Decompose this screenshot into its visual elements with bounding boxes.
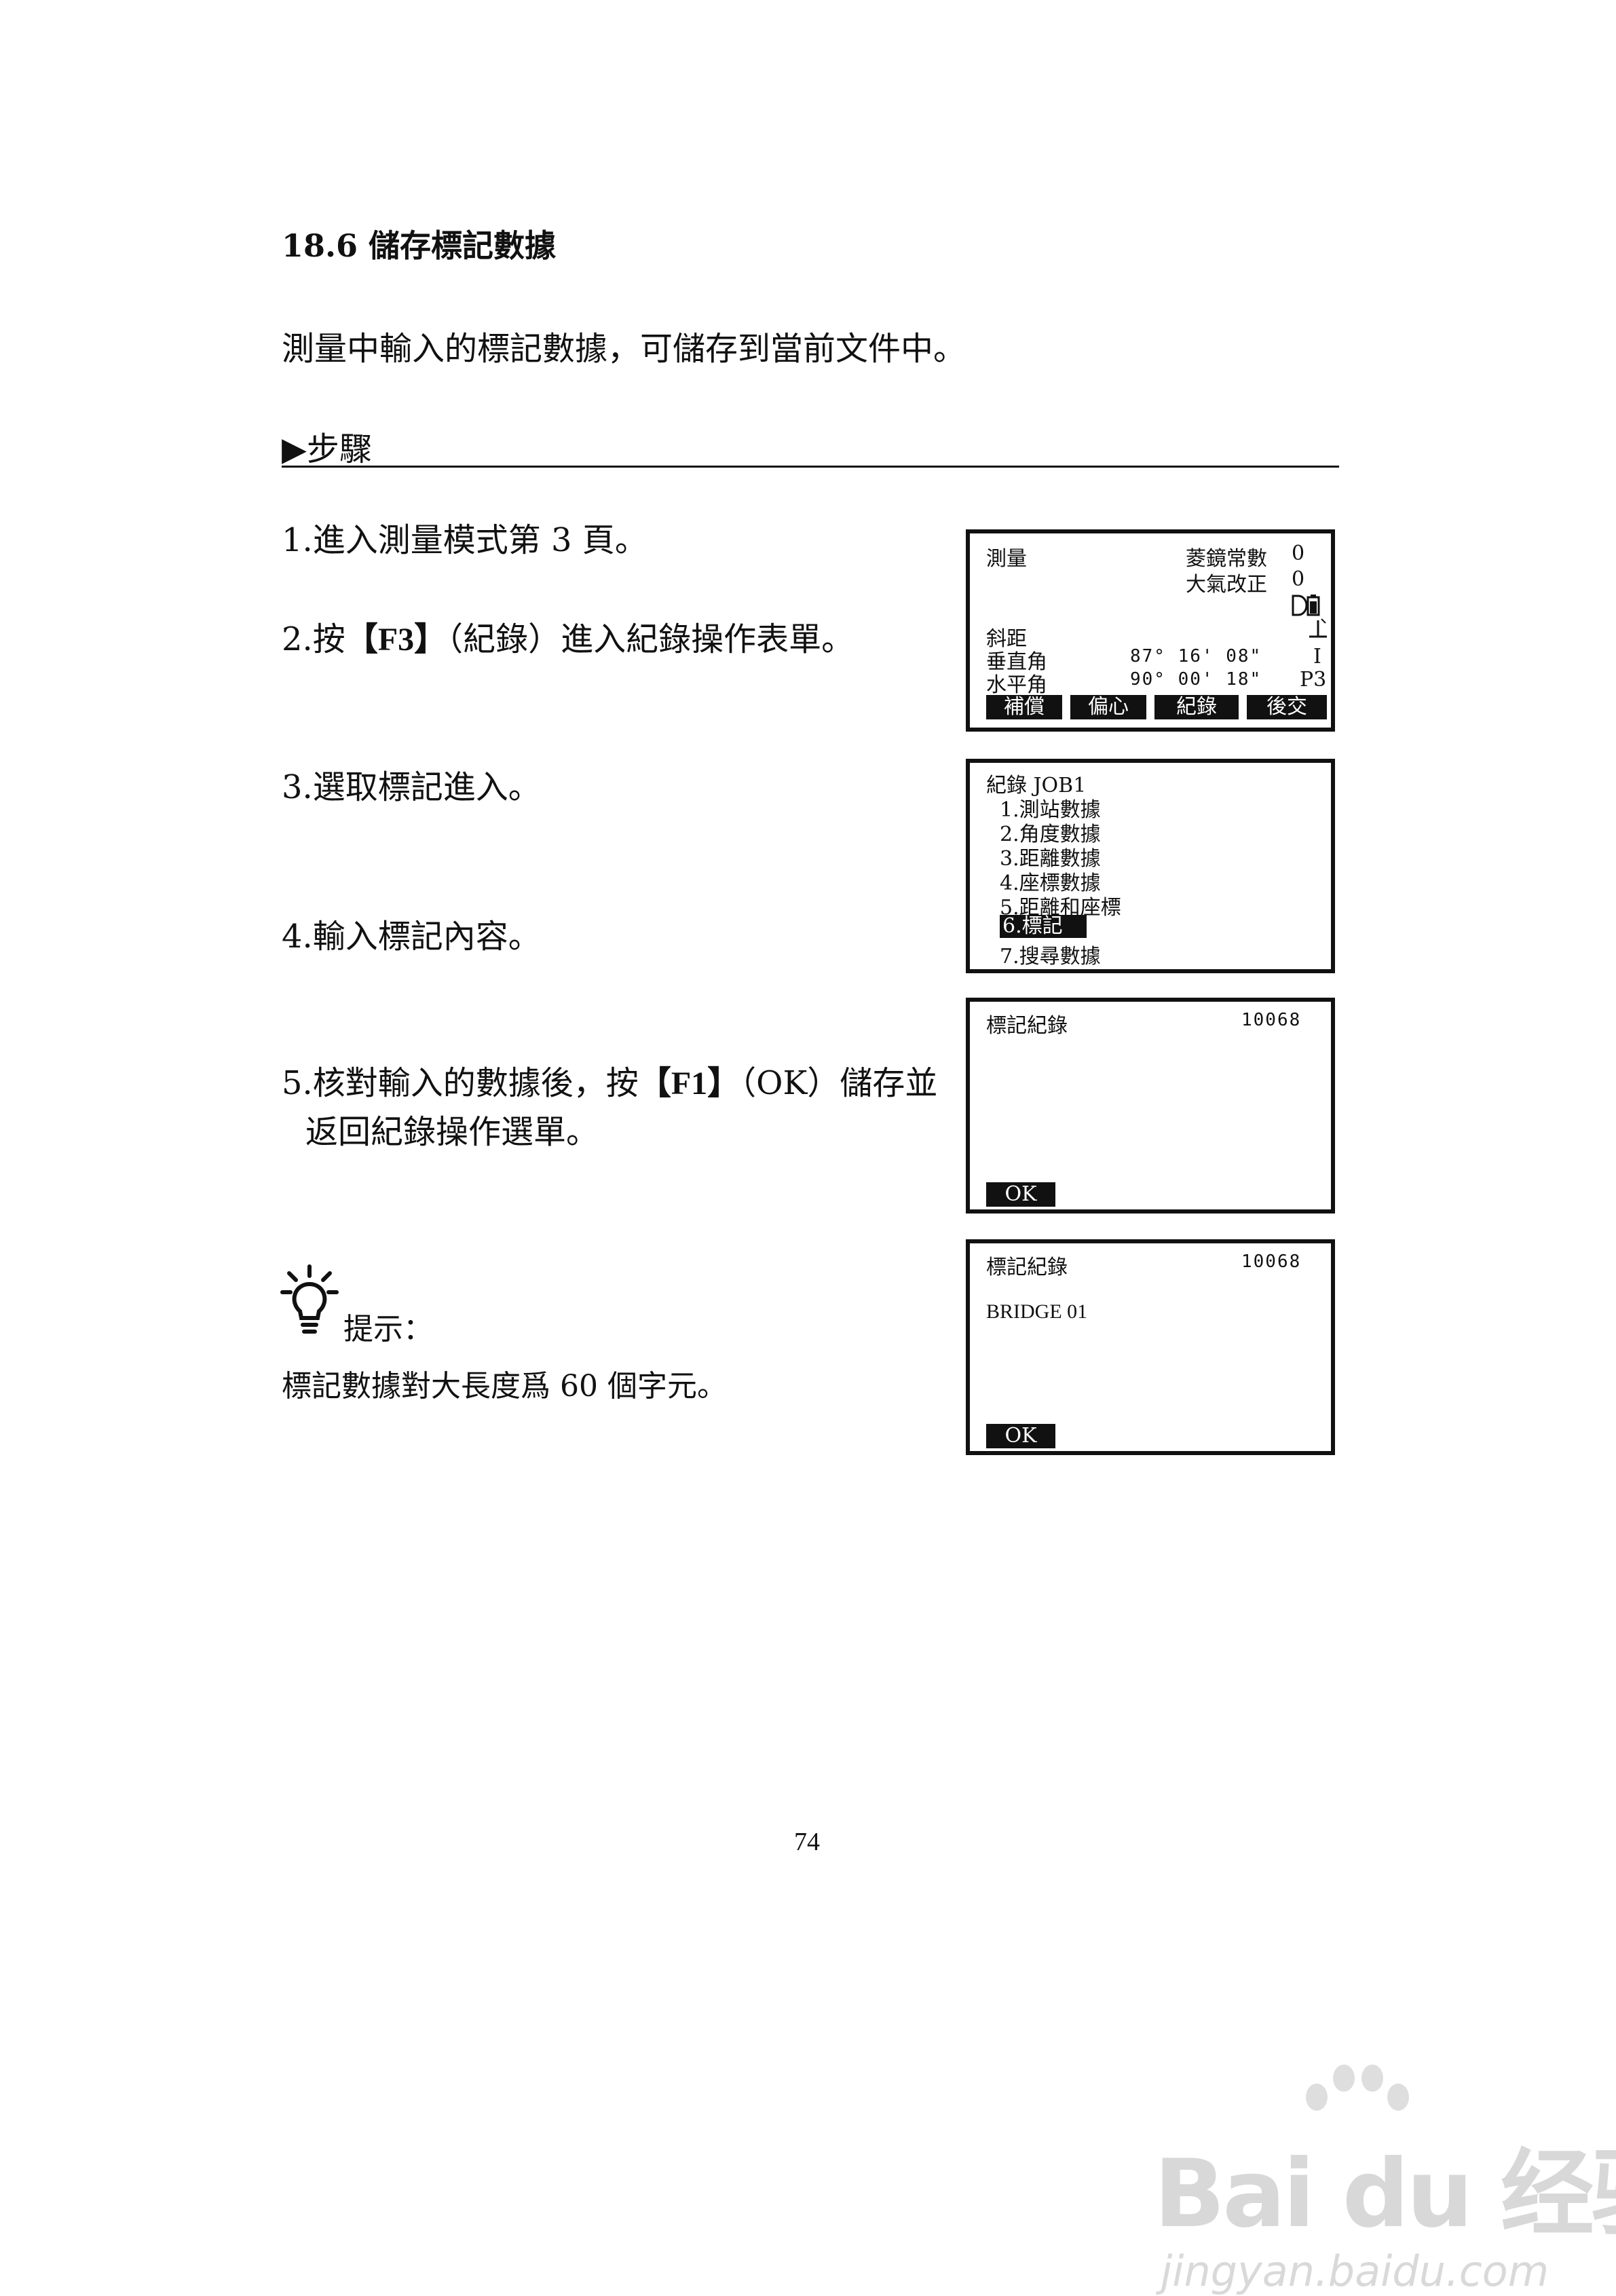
menu-item-note-selected[interactable]: 6.標記 <box>1000 915 1087 938</box>
atm-corr-label: 大氣改正 <box>1186 573 1267 597</box>
lightbulb-hint-icon <box>280 1264 339 1334</box>
heading-divider <box>282 466 1339 468</box>
softkey-f1-compensation[interactable]: 補償 <box>986 695 1062 719</box>
step-5: 5.核對輸入的數據後，按【F1】（OK）儲存並 <box>282 1059 937 1108</box>
softkey-f1-ok[interactable]: OK <box>986 1424 1055 1448</box>
screen-record-menu: 紀錄 JOB1 1.測站數據 2.角度數據 3.距離數據 4.座標數據 5.距離… <box>966 759 1335 973</box>
page-number: 74 <box>794 1828 820 1856</box>
steps-heading: ▶步驟 <box>282 430 372 468</box>
tilt-compensation-icon <box>1309 618 1327 638</box>
prism-const-value: 0 <box>1292 542 1305 565</box>
step-2: 2.按【F3】（紀錄）進入紀錄操作表單。 <box>282 615 854 664</box>
intro-paragraph: 測量中輸入的標記數據，可儲存到當前文件中。 <box>282 330 966 368</box>
horizontal-angle-value: 90° 00' 18" <box>1130 669 1262 690</box>
note-record-number: 10068 <box>1241 1251 1302 1272</box>
note-content-field[interactable]: BRIDGE 01 <box>986 1300 1087 1323</box>
softkey-f3-record[interactable]: 紀錄 <box>1154 695 1239 719</box>
step-5-key: 【F1】 <box>638 1066 740 1102</box>
note-record-title: 標記紀錄 <box>986 1014 1068 1038</box>
step-5-post: （OK）儲存並 <box>740 1064 938 1102</box>
step-4: 4.輸入標記內容。 <box>282 918 541 956</box>
step-5-pre: 5.核對輸入的數據後，按 <box>282 1064 639 1102</box>
step-2-pre: 2.按 <box>282 620 345 658</box>
horizontal-angle-label: 水平角 <box>986 673 1047 697</box>
screen-note-record-filled: 標記紀錄 10068 BRIDGE 01 OK <box>966 1239 1335 1455</box>
screen-measure-p3: 測量 菱鏡常數 0 大氣改正 0 斜距 垂直角 87° 16' 08" I 水平… <box>966 529 1335 732</box>
hint-text: 標記數據對大長度爲 60 個字元。 <box>282 1369 727 1404</box>
step-1: 1.進入測量模式第 3 頁。 <box>282 521 647 559</box>
vertical-angle-value: 87° 16' 08" <box>1130 646 1262 666</box>
screen-note-record-empty: 標記紀錄 10068 OK <box>966 998 1335 1213</box>
watermark-url: jingyan.baidu.com <box>1161 2246 1549 2296</box>
step-3: 3.選取標記進入。 <box>282 768 541 806</box>
face-indicator: I <box>1313 645 1321 669</box>
softkey-f1-ok[interactable]: OK <box>986 1182 1055 1207</box>
menu-item-search-data[interactable]: 7.搜尋數據 <box>1000 939 1101 969</box>
page-indicator: P3 <box>1300 668 1327 692</box>
hint-label: 提示： <box>343 1312 433 1347</box>
step-2-key: 【F3】 <box>345 622 447 658</box>
battery-icon <box>1292 595 1320 616</box>
softkey-f2-offset[interactable]: 偏心 <box>1070 695 1146 719</box>
note-record-number: 10068 <box>1241 1010 1302 1030</box>
watermark-brand: Bai du 经验 <box>1154 2139 1616 2248</box>
note-record-title: 標記紀錄 <box>986 1256 1068 1279</box>
atm-corr-value: 0 <box>1292 567 1305 591</box>
softkey-f4-resection[interactable]: 後交 <box>1247 695 1327 719</box>
step-2-post: （紀錄）進入紀錄操作表單。 <box>447 620 854 658</box>
section-title: 18.6 儲存標記數據 <box>282 227 557 264</box>
step-5-line2: 返回紀錄操作選單。 <box>305 1113 599 1151</box>
screen1-title: 測量 <box>986 547 1027 571</box>
